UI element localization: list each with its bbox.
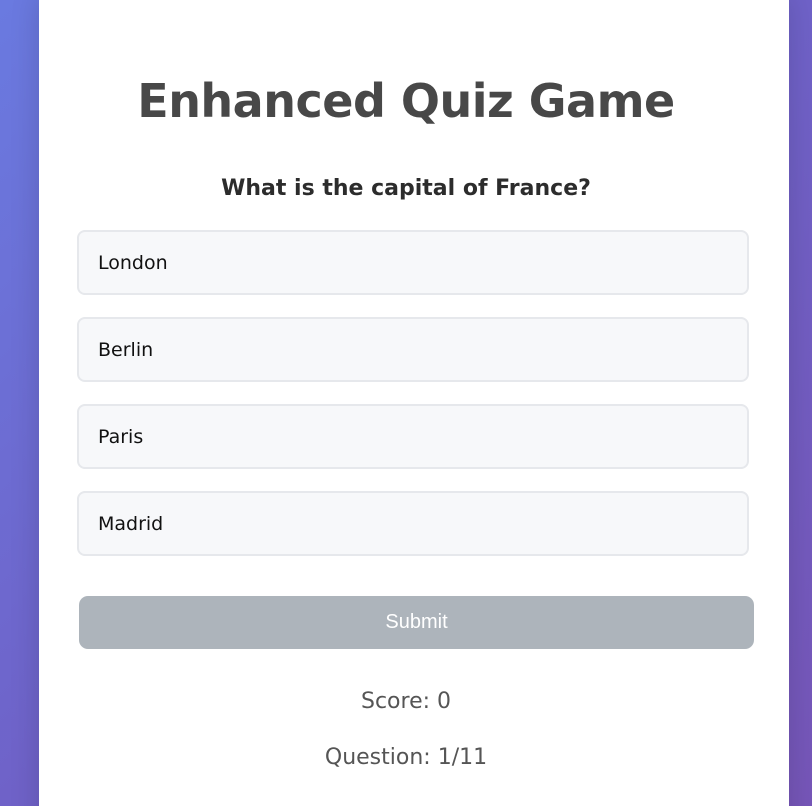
- score-text: Score: 0: [360, 689, 452, 714]
- question-text: What is the capital of France?: [221, 176, 591, 201]
- page-title: Enhanced Quiz Game: [137, 74, 675, 128]
- option-paris[interactable]: Paris: [77, 404, 749, 469]
- option-madrid[interactable]: Madrid: [77, 491, 749, 556]
- question-progress-text: Question: 1/11: [324, 745, 488, 770]
- option-london[interactable]: London: [77, 230, 749, 295]
- option-label: Paris: [98, 425, 144, 448]
- option-label: London: [98, 251, 168, 274]
- submit-button[interactable]: Submit: [79, 596, 754, 649]
- option-label: Berlin: [98, 338, 154, 361]
- option-berlin[interactable]: Berlin: [77, 317, 749, 382]
- option-label: Madrid: [98, 512, 164, 535]
